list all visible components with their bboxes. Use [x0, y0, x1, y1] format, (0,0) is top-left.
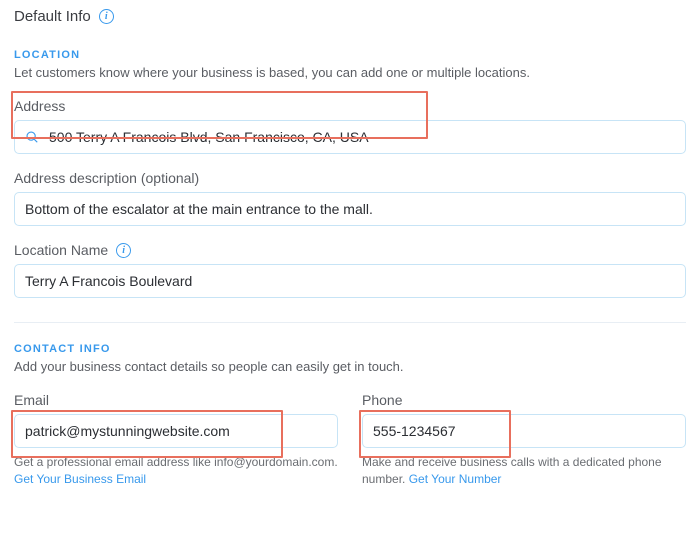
address-label: Address: [14, 98, 686, 114]
contact-heading: CONTACT INFO: [14, 343, 686, 355]
address-field: Address: [14, 98, 686, 154]
get-number-link[interactable]: Get Your Number: [409, 472, 502, 486]
email-field: Email Get a professional email address l…: [14, 392, 338, 488]
email-help-text: Get a professional email address like in…: [14, 454, 338, 488]
location-name-input-wrap[interactable]: [14, 264, 686, 298]
location-heading: LOCATION: [14, 49, 686, 61]
email-label: Email: [14, 392, 338, 408]
info-icon[interactable]: i: [99, 9, 114, 24]
email-help-pre: Get a professional email address like in…: [14, 455, 338, 469]
phone-help-pre: Make and receive business calls with a d…: [362, 455, 662, 486]
phone-input-wrap[interactable]: [362, 414, 686, 448]
default-info-label: Default Info: [14, 8, 91, 25]
location-subtext: Let customers know where your business i…: [14, 65, 686, 80]
email-input[interactable]: [25, 423, 327, 439]
section-divider: [14, 322, 686, 323]
location-section: LOCATION Let customers know where your b…: [14, 49, 686, 298]
default-info-header: Default Info i: [14, 8, 686, 25]
contact-section: CONTACT INFO Add your business contact d…: [14, 343, 686, 488]
phone-input[interactable]: [373, 423, 675, 439]
address-description-input[interactable]: [25, 201, 675, 217]
location-name-label-text: Location Name: [14, 242, 108, 258]
location-name-label: Location Name i: [14, 242, 686, 258]
location-name-field: Location Name i: [14, 242, 686, 298]
info-icon[interactable]: i: [116, 243, 131, 258]
search-icon: [25, 130, 39, 144]
location-name-input[interactable]: [25, 273, 675, 289]
address-description-field: Address description (optional): [14, 170, 686, 226]
address-input-wrap[interactable]: [14, 120, 686, 154]
contact-subtext: Add your business contact details so peo…: [14, 359, 686, 374]
get-business-email-link[interactable]: Get Your Business Email: [14, 472, 146, 486]
email-input-wrap[interactable]: [14, 414, 338, 448]
address-description-input-wrap[interactable]: [14, 192, 686, 226]
phone-help-text: Make and receive business calls with a d…: [362, 454, 686, 488]
address-description-label: Address description (optional): [14, 170, 686, 186]
phone-field: Phone Make and receive business calls wi…: [362, 392, 686, 488]
phone-label: Phone: [362, 392, 686, 408]
address-input[interactable]: [49, 129, 675, 145]
